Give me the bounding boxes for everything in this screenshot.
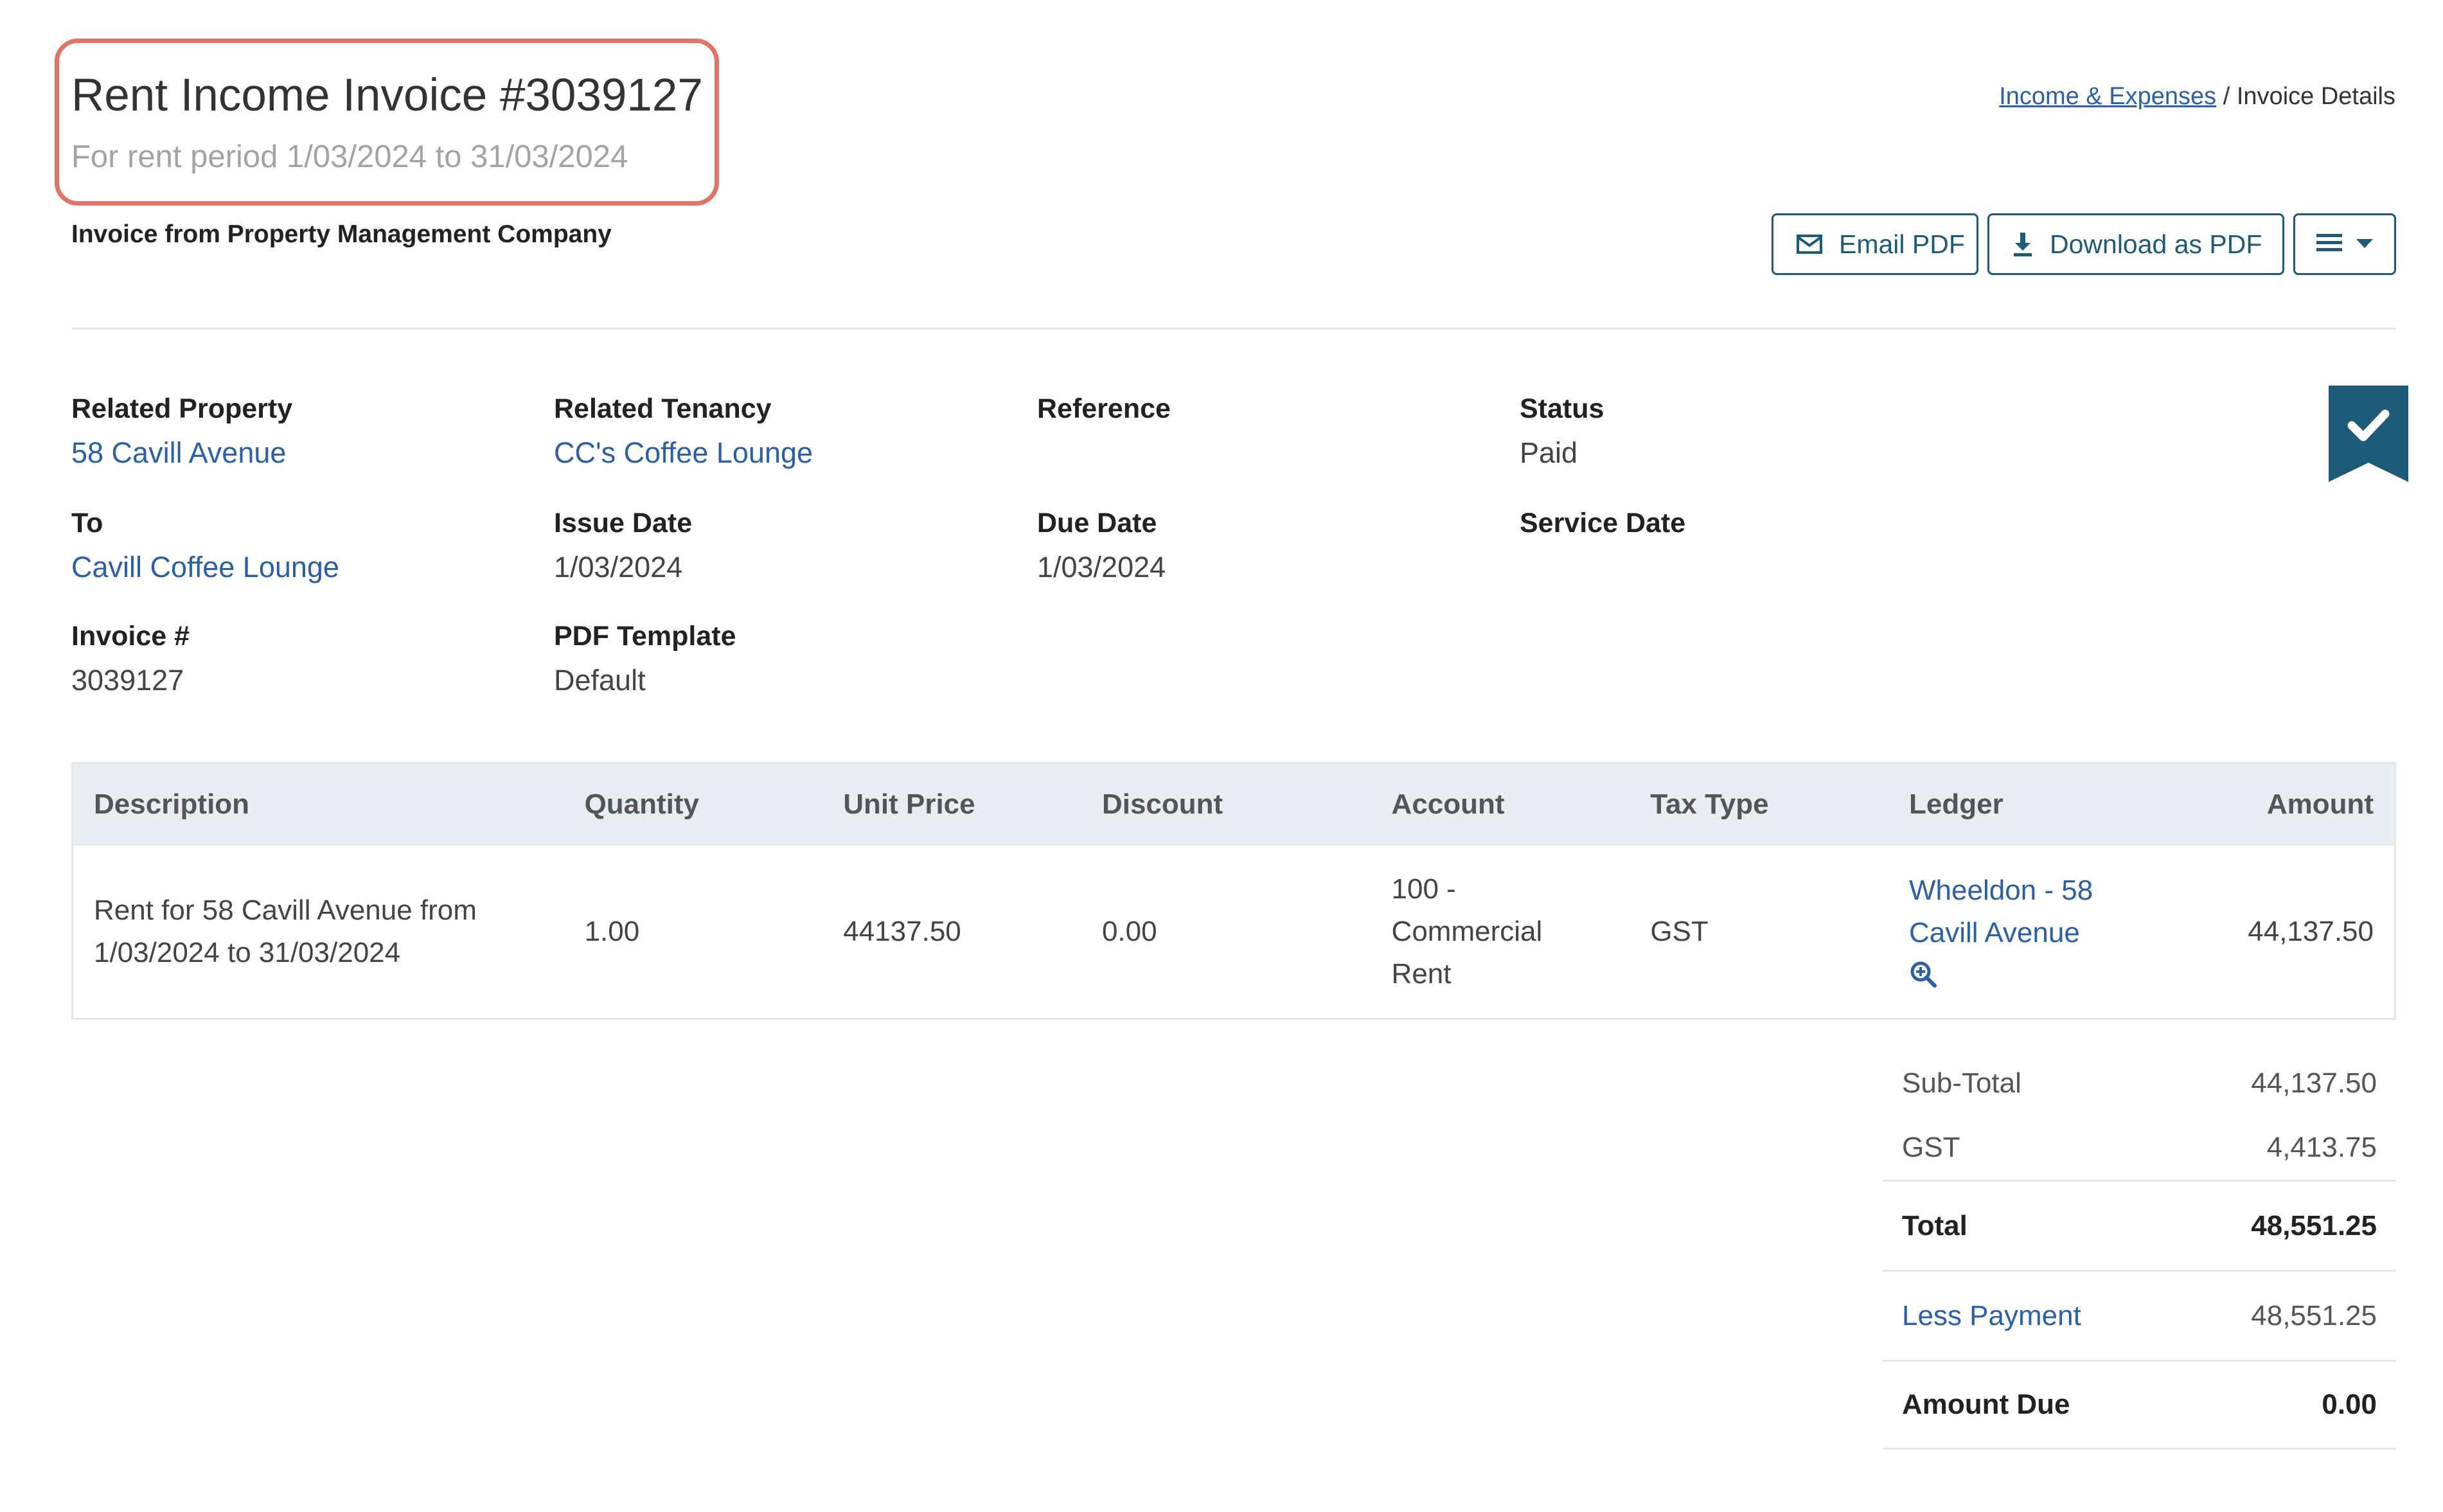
title-highlight-frame (55, 39, 719, 206)
table-row: Rent for 58 Cavill Avenue from 1/03/2024… (73, 846, 2395, 1019)
due-date-value: 1/03/2024 (1037, 551, 1166, 583)
breadcrumb: Income & Expenses / Invoice Details (1999, 83, 2395, 111)
line-unit-price: 44137.50 (843, 915, 961, 947)
paid-check-ribbon-icon (2329, 386, 2408, 482)
more-actions-dropdown-button[interactable] (2293, 213, 2396, 275)
invoice-toolbar: Email PDF Download as PDF (1772, 213, 2396, 275)
reference-label: Reference (1037, 393, 1171, 424)
line-account-line2: Commercial (1391, 915, 1543, 947)
total-row: Total 48,551.25 (1883, 1180, 2396, 1270)
gst-value: 4,413.75 (2266, 1132, 2377, 1163)
less-payment-link[interactable]: Less Payment (1902, 1300, 2081, 1332)
subtotal-label: Sub-Total (1902, 1067, 2021, 1099)
line-description-line1: Rent for 58 Cavill Avenue from (94, 894, 477, 926)
due-date-label: Due Date (1037, 508, 1157, 538)
pdf-template-value: Default (554, 664, 646, 697)
invoice-number-value: 3039127 (71, 664, 184, 697)
status-value: Paid (1520, 436, 1578, 469)
service-date-label: Service Date (1520, 508, 1686, 538)
gst-label: GST (1902, 1132, 1960, 1163)
invoice-totals: Sub-Total 44,137.50 GST 4,413.75 Total 4… (1883, 1051, 2396, 1450)
line-discount: 0.00 (1101, 915, 1157, 947)
line-description-cell: Rent for 58 Cavill Avenue from 1/03/2024… (73, 846, 564, 1019)
ledger-link-line2[interactable]: Cavill Avenue (1909, 912, 2127, 954)
column-header-quantity: Quantity (564, 763, 823, 846)
page-title: Rent Income Invoice #3039127 (71, 70, 703, 121)
amount-due-label: Amount Due (1902, 1389, 2070, 1420)
status-field: Status Paid (1520, 393, 1604, 470)
column-header-tax-type: Tax Type (1630, 763, 1888, 846)
invoice-number-field: Invoice # 3039127 (71, 621, 190, 697)
breadcrumb-income-expenses-link[interactable]: Income & Expenses (1999, 83, 2216, 110)
issue-date-label: Issue Date (554, 508, 693, 538)
column-header-discount: Discount (1081, 763, 1371, 846)
line-amount: 44,137.50 (2248, 915, 2374, 947)
download-pdf-label: Download as PDF (2050, 229, 2262, 259)
hamburger-menu-icon (2316, 229, 2342, 260)
line-ledger-cell: Wheeldon - 58 Cavill Avenue (1888, 846, 2147, 1019)
invoice-line-items-table: Description Quantity Unit Price Discount… (71, 762, 2396, 1020)
envelope-icon (1797, 235, 1822, 254)
gst-row: GST 4,413.75 (1883, 1116, 2396, 1180)
pdf-template-label: PDF Template (554, 621, 736, 652)
column-header-description: Description (72, 763, 564, 846)
amount-due-row: Amount Due 0.00 (1883, 1360, 2396, 1450)
to-field: To Cavill Coffee Lounge (71, 508, 339, 584)
status-label: Status (1520, 393, 1604, 424)
issue-date-field: Issue Date 1/03/2024 (554, 508, 692, 584)
total-value: 48,551.25 (2251, 1209, 2377, 1241)
invoice-number-label: Invoice # (71, 621, 190, 652)
related-property-link[interactable]: 58 Cavill Avenue (71, 436, 292, 470)
less-payment-row: Less Payment 48,551.25 (1883, 1270, 2396, 1360)
line-account-line1: 100 - (1391, 873, 1456, 905)
subtotal-value: 44,137.50 (2251, 1067, 2377, 1099)
download-icon (2012, 231, 2033, 257)
amount-due-value: 0.00 (2322, 1389, 2377, 1420)
download-pdf-button[interactable]: Download as PDF (1987, 213, 2284, 275)
related-tenancy-label: Related Tenancy (554, 393, 772, 424)
line-quantity: 1.00 (584, 915, 640, 947)
related-tenancy-field: Related Tenancy CC's Coffee Lounge (554, 393, 813, 470)
related-property-label: Related Property (71, 393, 293, 424)
line-account-line3: Rent (1391, 957, 1452, 990)
rent-period-subtitle: For rent period 1/03/2024 to 31/03/2024 (71, 139, 628, 174)
related-property-field: Related Property 58 Cavill Avenue (71, 393, 292, 470)
pdf-template-field: PDF Template Default (554, 621, 736, 697)
breadcrumb-separator: / (2216, 83, 2237, 110)
subtotal-row: Sub-Total 44,137.50 (1883, 1051, 2396, 1116)
to-label: To (71, 508, 103, 538)
total-label: Total (1902, 1209, 1968, 1241)
table-header-row: Description Quantity Unit Price Discount… (72, 763, 2395, 846)
reference-field: Reference (1037, 393, 1171, 436)
invoice-from-line: Invoice from Property Management Company (71, 220, 612, 248)
due-date-field: Due Date 1/03/2024 (1037, 508, 1166, 584)
header-divider (71, 328, 2396, 330)
email-pdf-button[interactable]: Email PDF (1772, 213, 1978, 275)
service-date-field: Service Date (1520, 508, 1685, 551)
column-header-unit-price: Unit Price (822, 763, 1081, 846)
line-description-line2: 1/03/2024 to 31/03/2024 (94, 936, 401, 968)
line-tax-type: GST (1650, 915, 1709, 947)
zoom-in-icon[interactable] (1909, 954, 2127, 994)
column-header-ledger: Ledger (1888, 763, 2147, 846)
to-contact-link[interactable]: Cavill Coffee Lounge (71, 551, 339, 584)
line-account-cell: 100 - Commercial Rent (1371, 846, 1630, 1019)
issue-date-value: 1/03/2024 (554, 551, 683, 583)
ledger-link-line1[interactable]: Wheeldon - 58 (1909, 869, 2127, 912)
email-pdf-label: Email PDF (1839, 229, 1965, 259)
related-tenancy-link[interactable]: CC's Coffee Lounge (554, 436, 813, 470)
column-header-amount: Amount (2147, 763, 2395, 846)
less-payment-value: 48,551.25 (2251, 1299, 2377, 1331)
column-header-account: Account (1371, 763, 1630, 846)
caret-down-icon (2356, 239, 2373, 249)
breadcrumb-current: Invoice Details (2236, 83, 2395, 110)
